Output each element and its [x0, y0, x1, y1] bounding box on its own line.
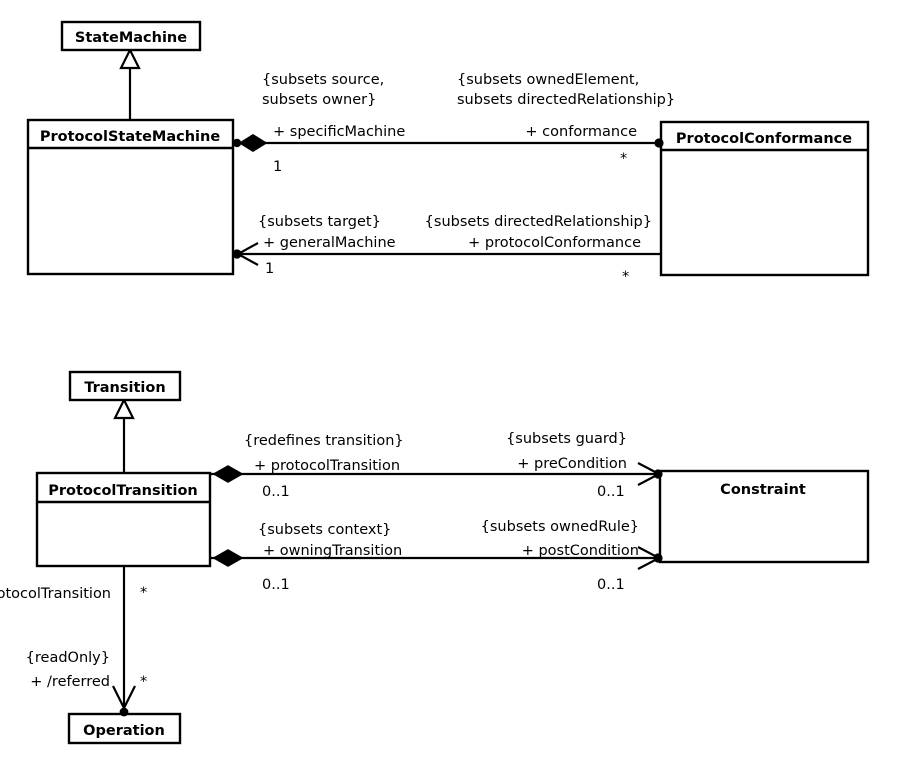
generalization-statemachine: [119, 47, 141, 120]
class-statemachine[interactable]: StateMachine: [60, 20, 202, 52]
conformance-right-constraint-line2: subsets directedRelationship}: [457, 92, 675, 108]
class-operation-title: Operation: [83, 723, 165, 739]
postcondition-left-role: + owningTransition: [263, 543, 402, 559]
association-end-dot-operation: [119, 707, 129, 717]
class-operation[interactable]: Operation: [67, 712, 182, 745]
postcondition-left-constraint: {subsets context}: [258, 522, 391, 538]
referred-bottom-constraint: {readOnly}: [26, 650, 110, 666]
precondition-left-multiplicity: 0..1: [262, 484, 290, 500]
generalmachine-right-role: + protocolConformance: [468, 235, 641, 251]
precondition-right-multiplicity: 0..1: [597, 484, 625, 500]
uml-class-diagram: StateMachine ProtocolStateMachine Protoc…: [0, 0, 901, 766]
precondition-right-constraint: {subsets guard}: [506, 431, 627, 447]
generalmachine-left-multiplicity: 1: [265, 261, 274, 277]
association-end-dot-left-2: [232, 249, 242, 259]
postcondition-left-multiplicity: 0..1: [262, 577, 290, 593]
generalmachine-right-multiplicity: *: [622, 269, 629, 285]
conformance-right-role: + conformance: [525, 124, 637, 140]
generalmachine-left-role: + generalMachine: [263, 235, 396, 251]
class-protocolconformance[interactable]: ProtocolConformance: [659, 120, 870, 277]
conformance-right-multiplicity: *: [620, 151, 627, 167]
conformance-left-role: + specificMachine: [273, 124, 405, 140]
postcondition-right-role: + postCondition: [522, 543, 639, 559]
association-end-dot-constraint-top: [653, 469, 663, 479]
referred-top-role-clipped: otocolTransition: [0, 586, 111, 602]
referred-top-multiplicity: *: [140, 585, 147, 601]
class-statemachine-title: StateMachine: [75, 30, 187, 46]
generalization-transition: [113, 397, 135, 473]
class-protocoltransition[interactable]: ProtocolTransition: [35, 471, 212, 568]
referred-bottom-role: + /referred: [30, 674, 110, 690]
conformance-left-constraint-line2: subsets owner}: [262, 92, 376, 108]
postcondition-right-multiplicity: 0..1: [597, 577, 625, 593]
association-end-dot-right: [654, 138, 664, 148]
class-protocolstatemachine-title: ProtocolStateMachine: [40, 129, 221, 145]
class-constraint-title: Constraint: [720, 482, 806, 498]
generalmachine-left-constraint: {subsets target}: [258, 214, 381, 230]
association-end-dot-constraint-bottom: [653, 553, 663, 563]
conformance-left-constraint-line1: {subsets source,: [262, 72, 384, 88]
conformance-right-constraint-line1: {subsets ownedElement,: [457, 72, 639, 88]
referred-bottom-multiplicity: *: [140, 674, 147, 690]
class-transition[interactable]: Transition: [68, 370, 182, 402]
class-protocoltransition-title: ProtocolTransition: [48, 483, 198, 499]
association-end-dot-left: [232, 138, 242, 148]
precondition-left-role: + protocolTransition: [254, 458, 400, 474]
precondition-right-role: + preCondition: [517, 456, 627, 472]
class-constraint[interactable]: Constraint: [658, 469, 870, 564]
diagram-canvas: StateMachine ProtocolStateMachine Protoc…: [0, 20, 870, 745]
precondition-left-constraint: {redefines transition}: [244, 433, 404, 449]
generalmachine-right-constraint: {subsets directedRelationship}: [425, 214, 652, 230]
association-referred[interactable]: [112, 566, 136, 717]
postcondition-right-constraint: {subsets ownedRule}: [481, 519, 639, 535]
conformance-left-multiplicity: 1: [273, 159, 282, 175]
class-protocolstatemachine[interactable]: ProtocolStateMachine: [26, 118, 235, 276]
class-protocolconformance-title: ProtocolConformance: [676, 131, 852, 147]
class-transition-title: Transition: [84, 380, 165, 396]
